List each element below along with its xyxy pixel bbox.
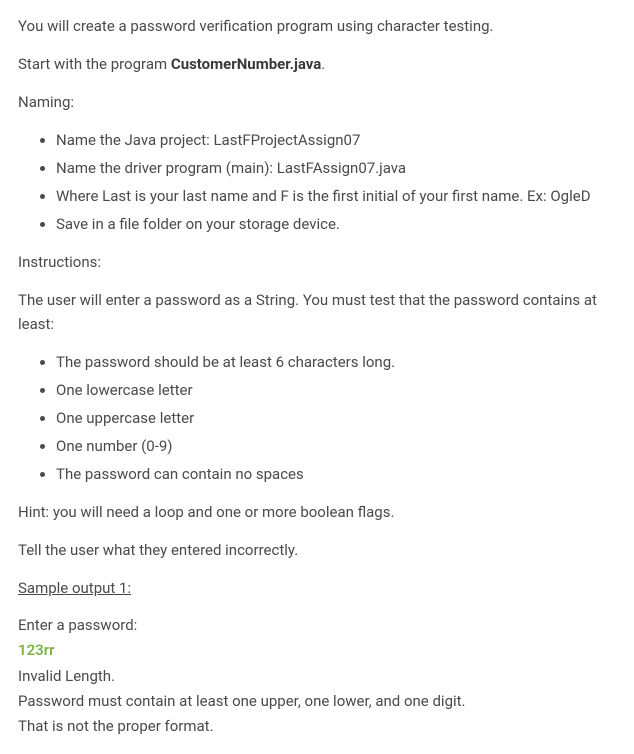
intro-line-2: Start with the program CustomerNumber.ja…	[18, 52, 616, 76]
sample-output-line: Password must contain at least one upper…	[18, 690, 616, 713]
sample-user-input: 123rr	[18, 639, 616, 662]
list-item: One lowercase letter	[56, 378, 616, 402]
naming-heading: Naming:	[18, 90, 616, 114]
list-item: Name the driver program (main): LastFAss…	[56, 156, 616, 180]
naming-list: Name the Java project: LastFProjectAssig…	[18, 128, 616, 236]
sample-heading: Sample output 1:	[18, 576, 616, 600]
sample-output-line: Invalid Length.	[18, 665, 616, 688]
list-item: The password can contain no spaces	[56, 462, 616, 486]
intro-line-2-prefix: Start with the program	[18, 55, 171, 73]
intro-line-2-suffix: .	[321, 55, 325, 73]
instructions-lead: The user will enter a password as a Stri…	[18, 288, 616, 336]
list-item: Name the Java project: LastFProjectAssig…	[56, 128, 616, 152]
hint-text: Hint: you will need a loop and one or mo…	[18, 500, 616, 524]
intro-line-1: You will create a password verification …	[18, 14, 616, 38]
list-item: One uppercase letter	[56, 406, 616, 430]
list-item: Where Last is your last name and F is th…	[56, 184, 616, 208]
sample-prompt: Enter a password:	[18, 614, 616, 637]
list-item: Save in a file folder on your storage de…	[56, 212, 616, 236]
list-item: The password should be at least 6 charac…	[56, 350, 616, 374]
instructions-list: The password should be at least 6 charac…	[18, 350, 616, 486]
instructions-heading: Instructions:	[18, 250, 616, 274]
tell-text: Tell the user what they entered incorrec…	[18, 538, 616, 562]
sample-output-block: Enter a password: 123rr Invalid Length. …	[18, 614, 616, 738]
sample-output-line: That is not the proper format.	[18, 715, 616, 738]
list-item: One number (0-9)	[56, 434, 616, 458]
intro-line-2-bold: CustomerNumber.java	[171, 55, 321, 73]
